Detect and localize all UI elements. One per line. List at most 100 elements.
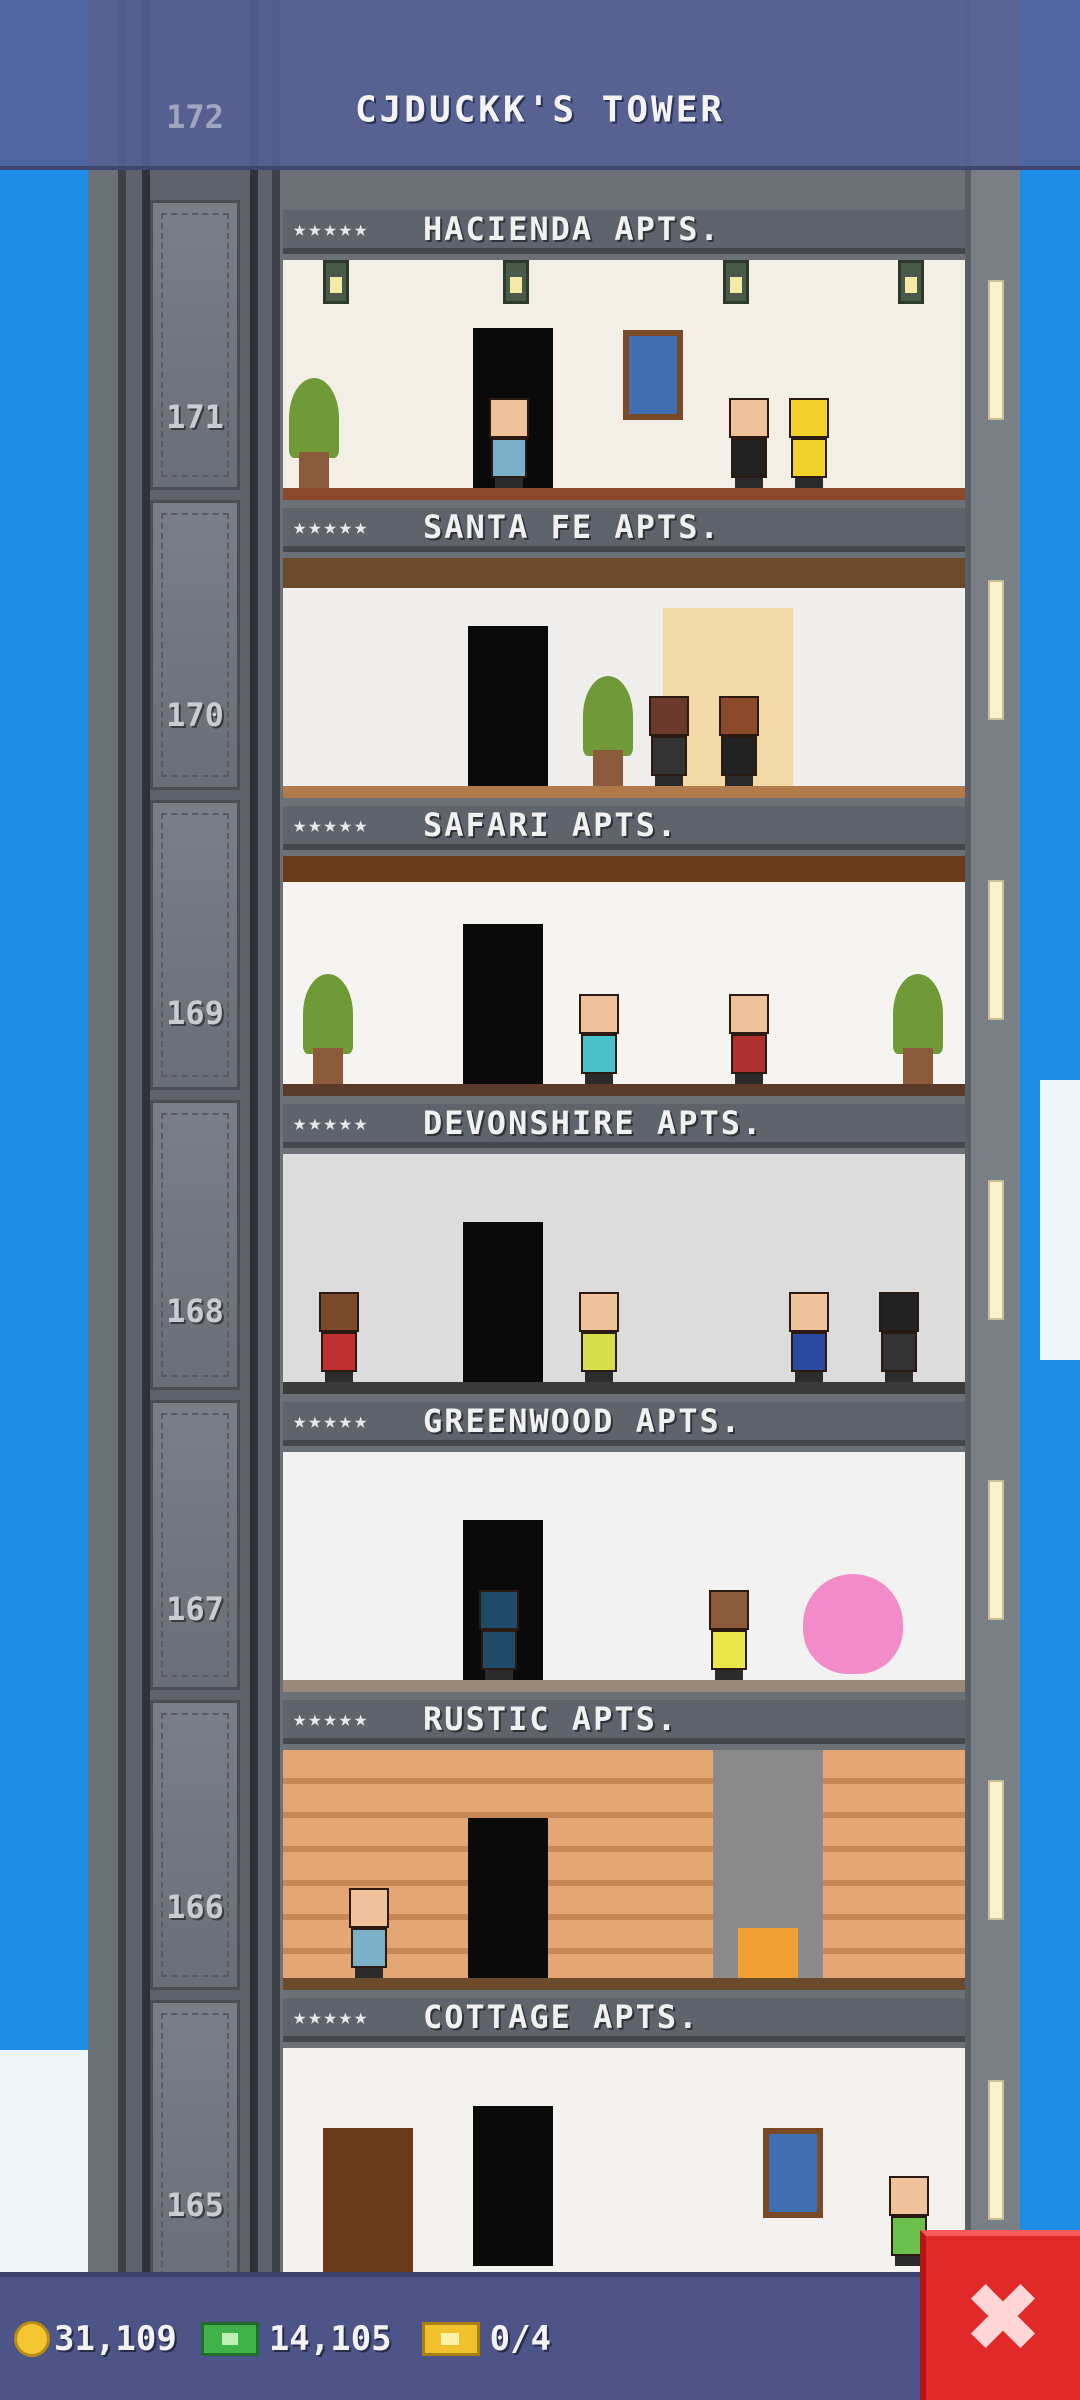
room-interior — [283, 856, 965, 1096]
floor-sign: ★★★★★ RUSTIC APTS. — [283, 1700, 965, 1744]
bux-value: 14,105 — [268, 2318, 392, 2359]
room-floor — [283, 488, 965, 500]
floor-name: DEVONSHIRE APTS. — [423, 1104, 764, 1142]
room-floor — [283, 1382, 965, 1394]
elevator-rail — [250, 0, 258, 2280]
floor-sign: ★★★★★ COTTAGE APTS. — [283, 1998, 965, 2042]
elevator-car[interactable] — [150, 2000, 240, 2290]
star-rating-icon: ★★★★★ — [293, 216, 370, 242]
elevator-car[interactable] — [150, 1400, 240, 1690]
elevator-car[interactable] — [150, 500, 240, 790]
floor-number-label: 169 — [166, 994, 224, 1032]
resource-bar: 31,109 14,105 0/4 — [0, 2272, 1080, 2400]
room-floor — [283, 786, 965, 798]
bux-stat[interactable]: 14,105 — [191, 2319, 392, 2359]
star-rating-icon: ★★★★★ — [293, 812, 370, 838]
elevator-rail — [142, 0, 150, 2280]
bitizen-character[interactable] — [473, 1590, 525, 1680]
close-icon: ✖ — [962, 2262, 1044, 2374]
room-interior — [283, 2048, 965, 2278]
floor-sign: ★★★★★ GREENWOOD APTS. — [283, 1402, 965, 1446]
floor-name: RUSTIC APTS. — [423, 1700, 679, 1738]
coins-stat[interactable]: 31,109 — [14, 2319, 177, 2359]
cloud — [0, 2050, 90, 2280]
floor-greenwood[interactable]: ★★★★★ GREENWOOD APTS. — [283, 1402, 965, 1700]
elevator-car[interactable] — [150, 200, 240, 490]
bitizen-character[interactable] — [573, 1292, 625, 1382]
floor-number-label: 168 — [166, 1292, 224, 1330]
apartment-door[interactable] — [463, 1222, 543, 1382]
floor-hacienda[interactable]: ★★★★★ HACIENDA APTS. — [283, 210, 965, 508]
bitizen-character[interactable] — [313, 1292, 365, 1382]
floor-sign: ★★★★★ HACIENDA APTS. — [283, 210, 965, 254]
apartment-door[interactable] — [473, 2106, 553, 2266]
window-light — [988, 1480, 1004, 1620]
floor-number-label: 171 — [166, 398, 224, 436]
floor-number-label: 167 — [166, 1590, 224, 1628]
elevator-car[interactable] — [150, 1700, 240, 1990]
tickets-value: 0/4 — [489, 2318, 552, 2359]
apartment-door[interactable] — [468, 1818, 548, 1978]
bitizen-character[interactable] — [573, 994, 625, 1084]
floor-sign: ★★★★★ DEVONSHIRE APTS. — [283, 1104, 965, 1148]
heart-character-icon[interactable] — [803, 1574, 903, 1674]
room-interior — [283, 558, 965, 798]
elevator-car[interactable] — [150, 1100, 240, 1390]
apartment-door[interactable] — [468, 626, 548, 786]
floor-number-label: 170 — [166, 696, 224, 734]
window-light — [988, 2080, 1004, 2220]
floor-name: GREENWOOD APTS. — [423, 1402, 742, 1440]
bookshelf-icon — [323, 2128, 413, 2278]
lantern-icon — [323, 260, 349, 304]
floor-number-label: 166 — [166, 1888, 224, 1926]
bitizen-character[interactable] — [783, 398, 835, 488]
bitizen-character[interactable] — [723, 994, 775, 1084]
room-interior — [283, 1154, 965, 1394]
bitizen-character[interactable] — [723, 398, 775, 488]
floor-devonshire[interactable]: ★★★★★ DEVONSHIRE APTS. — [283, 1104, 965, 1402]
window-light — [988, 1180, 1004, 1320]
floor-cottage[interactable]: ★★★★★ COTTAGE APTS. — [283, 1998, 965, 2296]
lantern-icon — [723, 260, 749, 304]
floor-sign: ★★★★★ SAFARI APTS. — [283, 806, 965, 850]
floor-name: SAFARI APTS. — [423, 806, 679, 844]
room-interior — [283, 260, 965, 500]
bitizen-character[interactable] — [643, 696, 695, 786]
room-interior — [283, 1750, 965, 1990]
plant-icon — [289, 378, 339, 488]
ceiling-beam — [283, 856, 965, 882]
bux-icon — [200, 2321, 259, 2356]
window-icon — [623, 330, 683, 420]
coin-icon — [14, 2320, 50, 2357]
floor-number-label: 165 — [166, 2186, 224, 2224]
bitizen-character[interactable] — [343, 1888, 395, 1978]
room-floor — [283, 1680, 965, 1692]
floor-name: HACIENDA APTS. — [423, 210, 721, 248]
fire-icon — [738, 1928, 798, 1978]
window-light — [988, 280, 1004, 420]
window-icon — [763, 2128, 823, 2218]
tickets-stat[interactable]: 0/4 — [406, 2319, 551, 2359]
star-rating-icon: ★★★★★ — [293, 514, 370, 540]
floor-rustic[interactable]: ★★★★★ RUSTIC APTS. — [283, 1700, 965, 1998]
window-light — [988, 880, 1004, 1020]
bitizen-character[interactable] — [713, 696, 765, 786]
tower-header: 172 CJDUCKK'S TOWER — [0, 0, 1080, 170]
floor-sign: ★★★★★ SANTA FE APTS. — [283, 508, 965, 552]
star-rating-icon: ★★★★★ — [293, 1110, 370, 1136]
floor-santa-fe[interactable]: ★★★★★ SANTA FE APTS. — [283, 508, 965, 806]
elevator-car[interactable] — [150, 800, 240, 1090]
bitizen-character[interactable] — [483, 398, 535, 488]
room-floor — [283, 1978, 965, 1990]
star-rating-icon: ★★★★★ — [293, 2004, 370, 2030]
close-button[interactable]: ✖ — [920, 2230, 1080, 2400]
window-light — [988, 1780, 1004, 1920]
bitizen-character[interactable] — [703, 1590, 755, 1680]
plant-icon — [893, 974, 943, 1084]
lantern-icon — [898, 260, 924, 304]
apartment-door[interactable] — [463, 924, 543, 1084]
tower-title[interactable]: CJDUCKK'S TOWER — [0, 90, 1080, 131]
bitizen-character[interactable] — [873, 1292, 925, 1382]
bitizen-character[interactable] — [783, 1292, 835, 1382]
floor-safari[interactable]: ★★★★★ SAFARI APTS. — [283, 806, 965, 1104]
